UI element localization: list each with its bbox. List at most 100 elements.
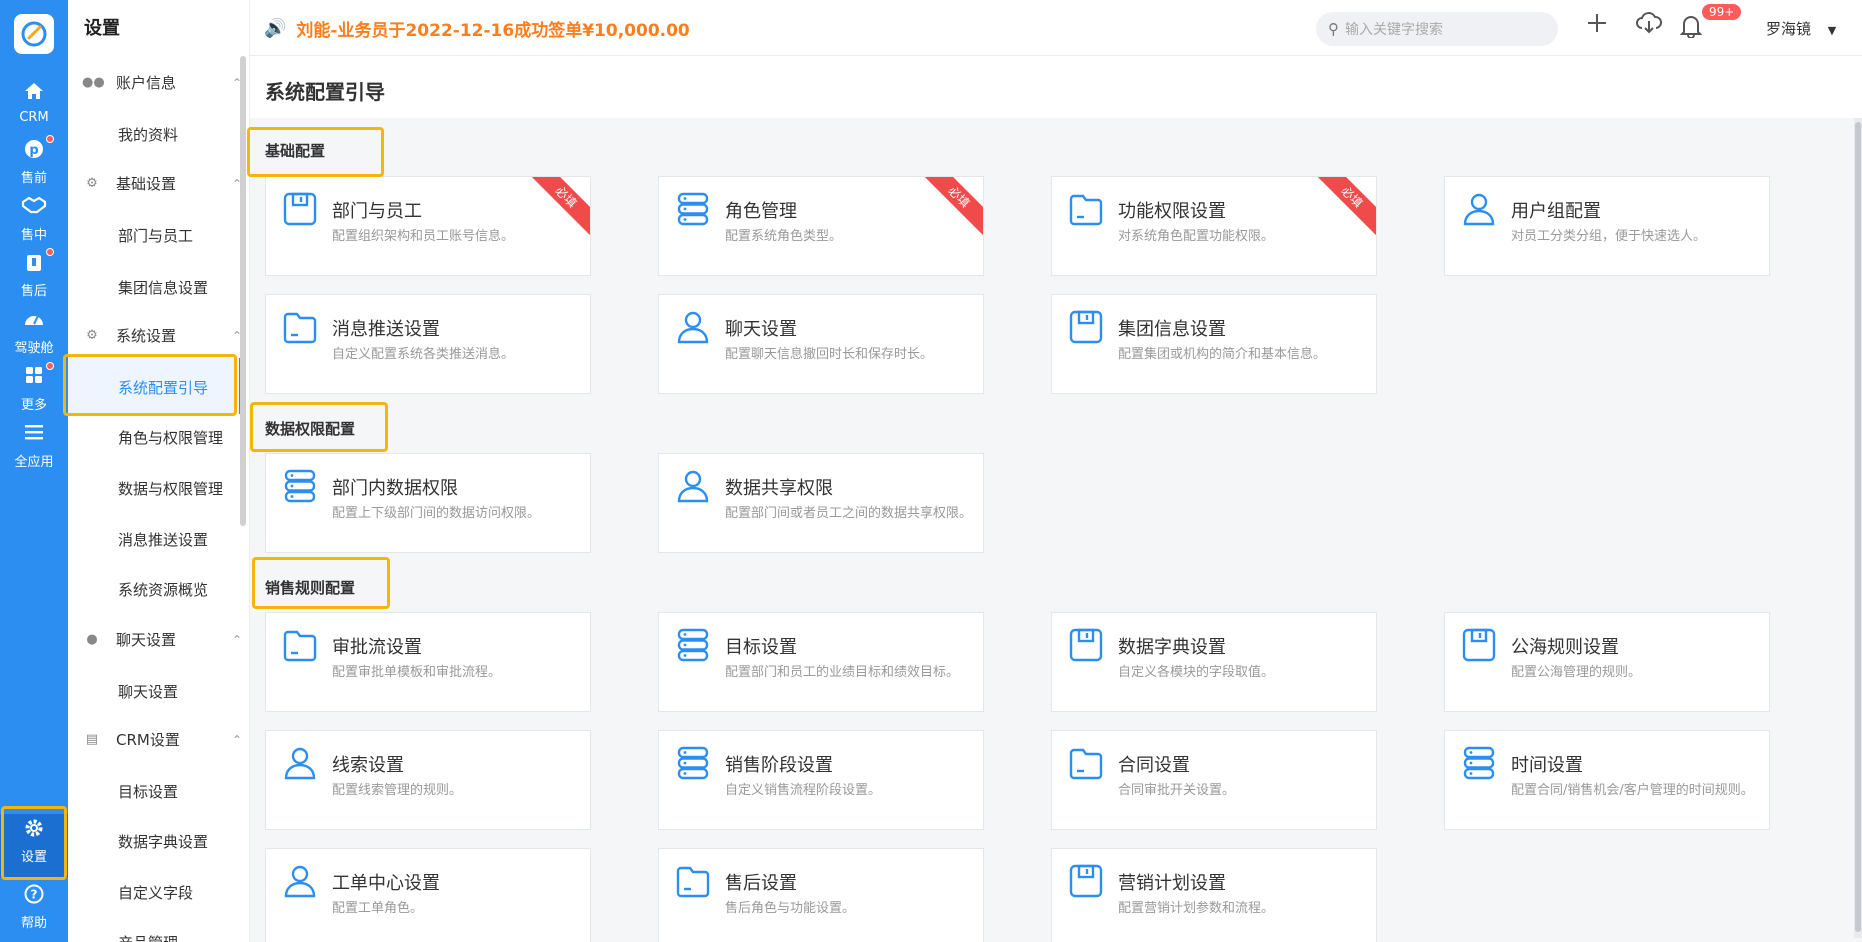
notification-badge: 99+ xyxy=(1702,4,1742,20)
card-description: 配置集团或机构的简介和基本信息。 xyxy=(1118,347,1327,362)
gears-icon: ⚙ xyxy=(86,328,98,343)
config-card[interactable]: 合同设置 合同审批开关设置。 xyxy=(1051,730,1377,830)
rail-item-crm[interactable]: CRM xyxy=(0,78,68,138)
database-icon xyxy=(675,627,711,663)
config-card[interactable]: 工单中心设置 配置工单角色。 xyxy=(265,848,591,942)
config-card[interactable]: 用户组配置对员工分类分组，便于快速选人。 xyxy=(1444,176,1770,276)
sidebar-scrollbar[interactable] xyxy=(240,56,246,526)
card-title: 营销计划设置 xyxy=(1118,873,1226,894)
card-description: 配置审批单模板和审批流程。 xyxy=(332,665,502,680)
card-description: 配置部门间或者员工之间的数据共享权限。 xyxy=(725,506,973,521)
config-card[interactable]: 部门与员工 配置组织架构和员工账号信息。 必填 xyxy=(265,176,591,276)
sidebar-item-group-info[interactable]: 集团信息设置 xyxy=(118,277,208,298)
sidebar-item-product[interactable]: 产品管理 xyxy=(118,932,178,942)
card-title: 时间设置 xyxy=(1511,755,1583,776)
user-menu[interactable]: 罗海镜 ▼ xyxy=(1766,18,1836,39)
config-card[interactable]: 公海规则设置 配置公海管理的规则。 xyxy=(1444,612,1770,712)
sidebar-group-account[interactable]: ●● 账户信息 ⌃ xyxy=(82,72,242,93)
rail-item-more[interactable]: 更多 xyxy=(0,362,68,422)
config-card[interactable]: 角色管理 配置系统角色类型。 必填 xyxy=(658,176,984,276)
config-card[interactable]: 集团信息设置配置集团或机构的简介和基本信息。 xyxy=(1051,294,1377,394)
bell-icon[interactable] xyxy=(1679,14,1703,44)
card-title: 部门内数据权限 xyxy=(332,478,458,499)
top-bar: 🔊 刘能-业务员于2022-12-16成功签单¥10,000.00 ⚲ 输入关键… xyxy=(250,0,1862,56)
card-description: 配置组织架构和员工账号信息。 xyxy=(332,229,515,244)
rail-item-aftersales[interactable]: 售后 xyxy=(0,248,68,308)
card-title: 用户组配置 xyxy=(1511,201,1601,222)
rail-label: 更多 xyxy=(20,398,47,413)
sidebar-group-chat[interactable]: ● 聊天设置 ⌃ xyxy=(82,629,242,650)
save-icon xyxy=(1461,627,1497,663)
rail-item-settings[interactable]: 设置 xyxy=(0,814,68,878)
notification-dot xyxy=(46,248,54,256)
user-icon xyxy=(282,745,318,781)
sidebar-group-label: 系统设置 xyxy=(116,327,177,345)
rail-label: 全应用 xyxy=(14,455,54,470)
sidebar-group-system[interactable]: ⚙ 系统设置 ⌃ xyxy=(82,325,242,346)
config-card[interactable]: 功能权限设置 对系统角色配置功能权限。 必填 xyxy=(1051,176,1377,276)
config-card[interactable]: 消息推送设置 自定义配置系统各类推送消息。 xyxy=(265,294,591,394)
user-name: 罗海镜 xyxy=(1766,20,1812,38)
sidebar-item-custom-field[interactable]: 自定义字段 xyxy=(118,882,193,903)
config-card[interactable]: 部门内数据权限 配置上下级部门间的数据访问权限。 xyxy=(265,453,591,553)
sidebar-item-target[interactable]: 目标设置 xyxy=(118,781,178,802)
config-card[interactable]: 数据共享权限 配置部门间或者员工之间的数据共享权限。 xyxy=(658,453,984,553)
database-icon xyxy=(1461,745,1497,781)
grid-icon xyxy=(0,366,68,392)
database-icon xyxy=(675,745,711,781)
main-scrollbar[interactable] xyxy=(1854,118,1862,938)
cloud-download-icon[interactable] xyxy=(1636,12,1662,40)
card-title: 数据字典设置 xyxy=(1118,637,1226,658)
rail-item-all-apps[interactable]: 全应用 xyxy=(0,419,68,479)
rail-item-insales[interactable]: 售中 xyxy=(0,192,68,252)
folder-icon xyxy=(1068,191,1104,227)
config-card[interactable]: 营销计划设置 配置营销计划参数和流程。 xyxy=(1051,848,1377,942)
card-description: 配置系统角色类型。 xyxy=(725,229,843,244)
sidebar-item-dept[interactable]: 部门与员工 xyxy=(118,225,193,246)
notice-bar[interactable]: 🔊 刘能-业务员于2022-12-16成功签单¥10,000.00 xyxy=(264,16,690,41)
scroll-thumb[interactable] xyxy=(1855,122,1861,932)
app-logo[interactable] xyxy=(14,14,54,54)
add-icon[interactable] xyxy=(1586,12,1608,40)
card-title: 角色管理 xyxy=(725,201,797,222)
rail-item-cockpit[interactable]: 驾驶舱 xyxy=(0,305,68,365)
chevron-up-icon: ⌃ xyxy=(231,632,242,647)
card-description: 配置部门和员工的业绩目标和绩效目标。 xyxy=(725,665,960,680)
card-title: 销售阶段设置 xyxy=(725,755,833,776)
rail-item-presales[interactable]: p 售前 xyxy=(0,135,68,195)
sidebar-item-profile[interactable]: 我的资料 xyxy=(118,124,178,145)
svg-text:?: ? xyxy=(31,888,38,902)
sidebar-group-basic[interactable]: ⚙ 基础设置 ⌃ xyxy=(82,173,242,194)
config-card[interactable]: 审批流设置 配置审批单模板和审批流程。 xyxy=(265,612,591,712)
section-title-basic: 基础配置 xyxy=(265,142,326,160)
config-card[interactable]: 销售阶段设置自定义销售流程阶段设置。 xyxy=(658,730,984,830)
sidebar-group-crm[interactable]: ▤ CRM设置 ⌃ xyxy=(82,729,242,750)
user-icon xyxy=(1461,191,1497,227)
config-card[interactable]: 线索设置 配置线索管理的规则。 xyxy=(265,730,591,830)
sidebar-item-data-perm[interactable]: 数据与权限管理 xyxy=(118,478,223,499)
config-card[interactable]: 时间设置 配置合同/销售机会/客户管理的时间规则。 xyxy=(1444,730,1770,830)
config-card[interactable]: 聊天设置 配置聊天信息撤回时长和保存时长。 xyxy=(658,294,984,394)
help-icon: ? xyxy=(0,884,68,910)
card-description: 对员工分类分组，便于快速选人。 xyxy=(1511,229,1707,244)
sidebar-item-resources[interactable]: 系统资源概览 xyxy=(118,579,208,600)
card-description: 自定义销售流程阶段设置。 xyxy=(725,783,882,798)
sidebar-item-dict[interactable]: 数据字典设置 xyxy=(118,831,208,852)
sidebar-item-push[interactable]: 消息推送设置 xyxy=(118,529,208,550)
config-card[interactable]: 数据字典设置 自定义各模块的字段取值。 xyxy=(1051,612,1377,712)
config-card[interactable]: 目标设置 配置部门和员工的业绩目标和绩效目标。 xyxy=(658,612,984,712)
search-icon: ⚲ xyxy=(1328,20,1339,38)
card-title: 集团信息设置 xyxy=(1118,319,1226,340)
sidebar-item-chat[interactable]: 聊天设置 xyxy=(118,681,178,702)
card-title: 线索设置 xyxy=(332,755,404,776)
search-input[interactable]: ⚲ 输入关键字搜索 xyxy=(1316,12,1558,46)
sidebar-item-roles[interactable]: 角色与权限管理 xyxy=(118,427,223,448)
home-icon xyxy=(0,82,68,108)
user-icon xyxy=(675,468,711,504)
rail-item-help[interactable]: ? 帮助 xyxy=(0,880,68,940)
config-card[interactable]: 售后设置 售后角色与功能设置。 xyxy=(658,848,984,942)
rail-label: 售中 xyxy=(20,228,47,243)
sidebar-item-guide[interactable]: 系统配置引导 xyxy=(118,377,208,398)
headset-icon xyxy=(0,252,68,278)
folder-icon xyxy=(675,863,711,899)
